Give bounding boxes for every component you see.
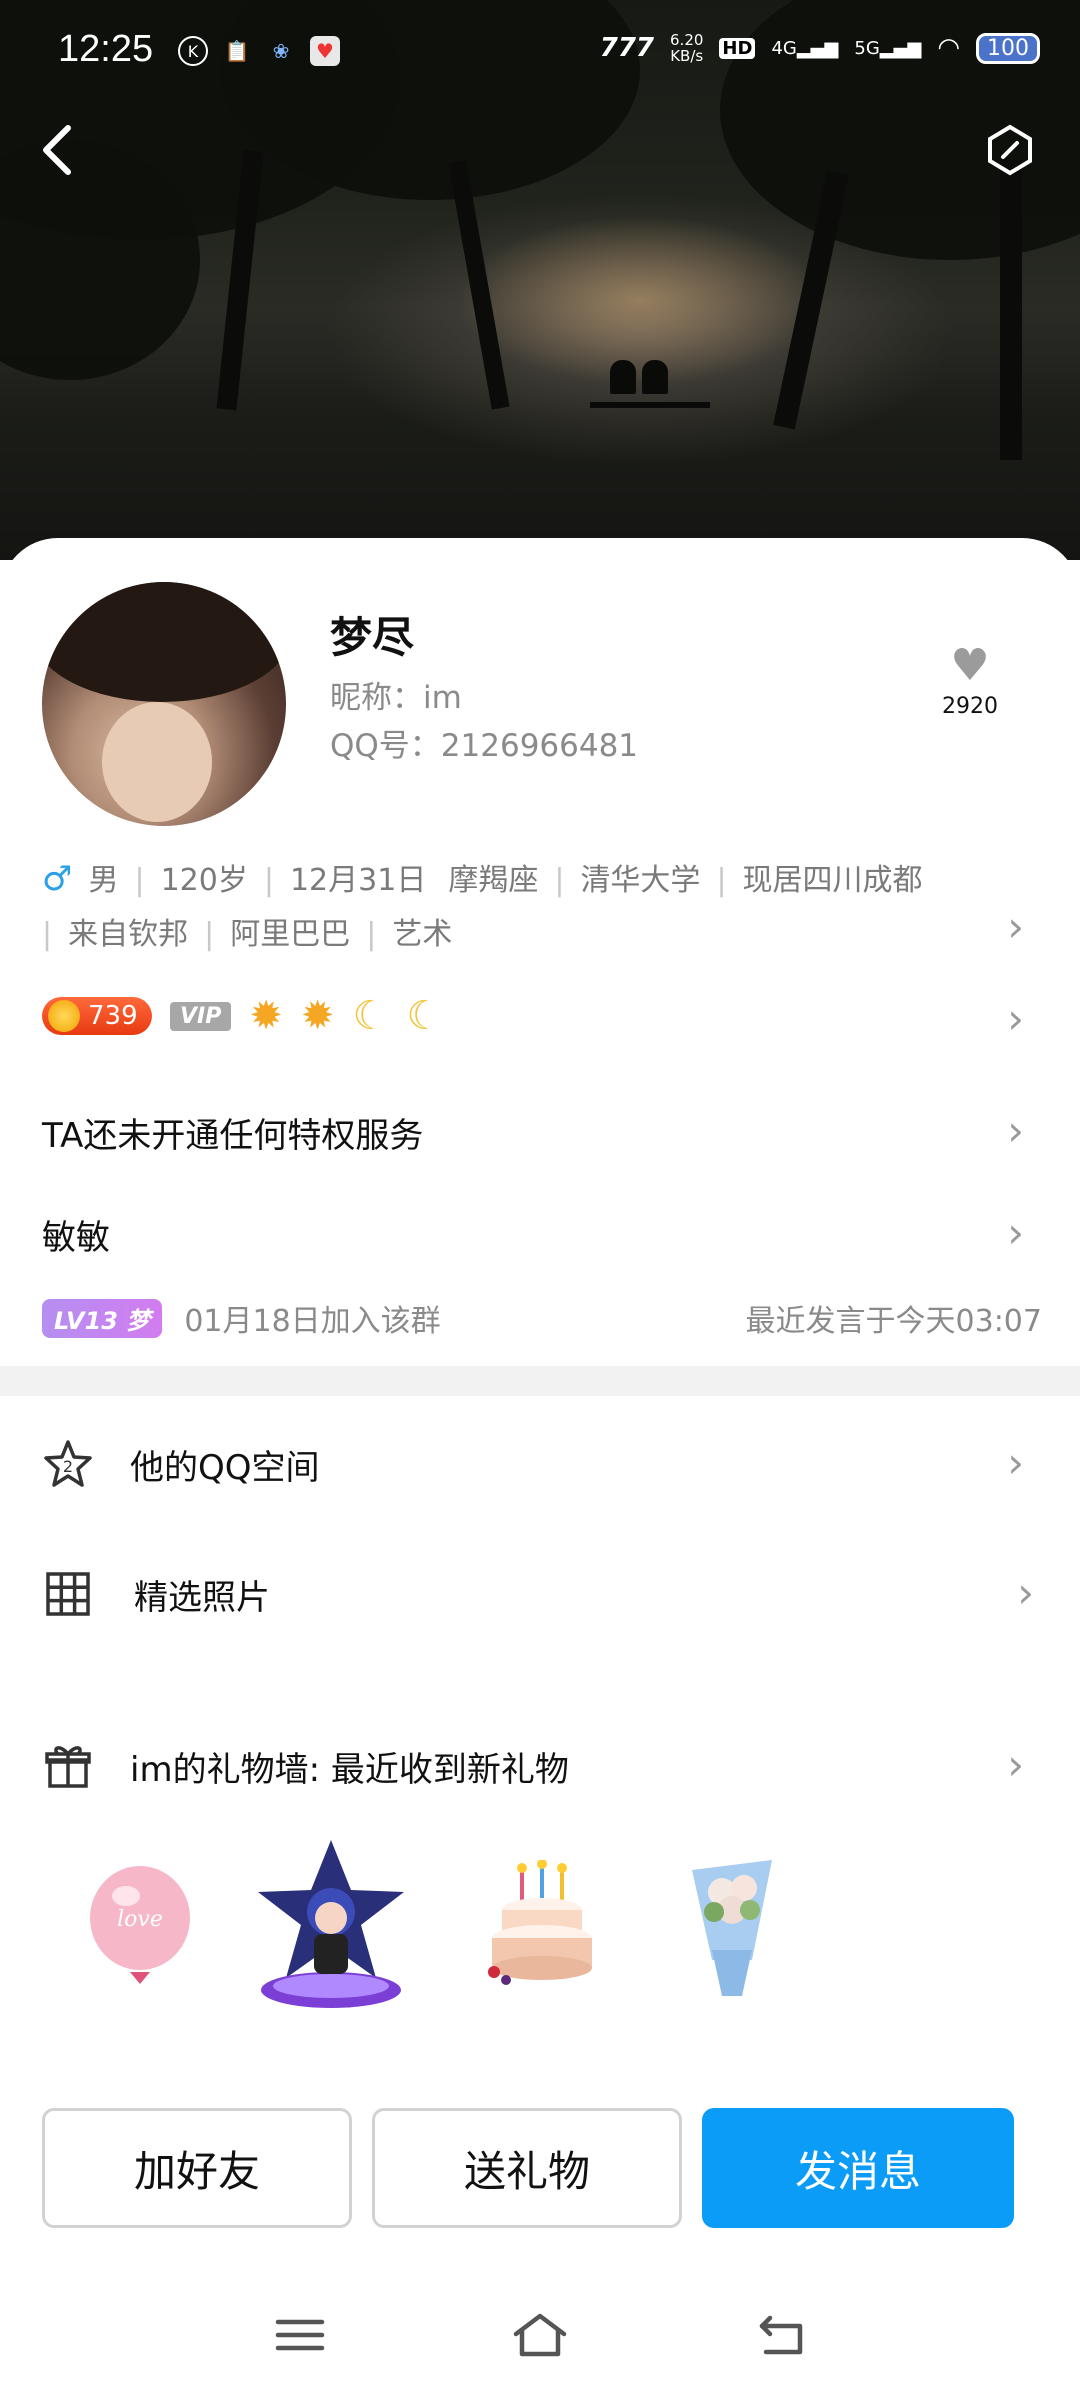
qzone-row[interactable]: 2 他的QQ空间 › — [0, 1424, 1080, 1504]
chevron-right-icon: › — [1007, 1438, 1024, 1487]
vip-badge: VIP — [170, 1001, 232, 1031]
tag-occupation: 艺术 — [392, 917, 453, 952]
gift-list: love — [70, 1840, 810, 2010]
qzone-label: 他的QQ空间 — [130, 1447, 320, 1488]
tag-gender: 男 — [88, 863, 119, 898]
flower-bouquet-gift[interactable] — [672, 1850, 792, 1996]
like-count: 2920 — [942, 694, 998, 719]
back-nav-icon[interactable] — [752, 2310, 812, 2360]
send-message-button[interactable]: 发消息 — [702, 2108, 1014, 2228]
profile-qq-number[interactable]: QQ号：2126966481 — [330, 720, 638, 765]
tag-age: 120岁 — [160, 863, 248, 898]
signal-5g-icon: 5G▂▄▆ — [854, 37, 922, 59]
male-icon: ♂ — [42, 859, 73, 899]
coin-icon — [48, 1000, 80, 1032]
tag-company: 阿里巴巴 — [230, 917, 351, 952]
avatar[interactable] — [42, 582, 286, 826]
chevron-right-icon[interactable]: › — [1007, 998, 1024, 1040]
moon-icon: ☾ — [406, 993, 443, 1039]
sun-icon: ✹ — [249, 993, 283, 1039]
like-button[interactable]: ♥ 2920 — [930, 640, 1010, 720]
add-friend-button[interactable]: 加好友 — [42, 2108, 352, 2228]
star-icon: 2 — [44, 1440, 92, 1487]
edit-profile-button[interactable] — [984, 124, 1036, 176]
k-app-icon: K — [178, 36, 208, 66]
balloon-text: love — [117, 1907, 163, 1932]
group-member-info: LV13 梦 01月18日加入该群 最近发言于今天03:07 — [42, 1298, 1042, 1339]
privilege-status[interactable]: TA还未开通任何特权服务 — [42, 1108, 423, 1157]
status-time: 12:25 — [58, 28, 154, 70]
group-name[interactable]: 敏敏 — [42, 1210, 110, 1259]
chevron-right-icon[interactable]: › — [1007, 1110, 1024, 1152]
birthday-cake-gift[interactable] — [482, 1859, 602, 2000]
net-speed: 6.20 KB/s — [670, 31, 704, 65]
chevron-right-icon: › — [1017, 1568, 1034, 1617]
chevron-right-icon[interactable]: › — [1007, 1212, 1024, 1254]
back-button[interactable] — [38, 122, 88, 182]
wifi-icon: ◠ — [937, 33, 960, 63]
moon-icon: ☾ — [352, 993, 389, 1039]
tag-hometown: 来自钦邦 — [68, 917, 189, 952]
rings-icon: ❀ — [272, 39, 290, 63]
tag-birthday: 12月31日 — [289, 863, 427, 898]
hd-icon: HD — [719, 37, 756, 59]
menu-icon[interactable] — [270, 2310, 330, 2360]
speed-logo-icon: 777 — [599, 33, 655, 63]
svg-text:2: 2 — [63, 1457, 73, 1476]
battery-icon: 100 — [976, 32, 1040, 64]
home-icon[interactable] — [510, 2310, 570, 2360]
chevron-right-icon: › — [1007, 1740, 1024, 1789]
status-bar: 12:25 K 📋 ❀ ♥ 777 6.20 KB/s HD 4G▂▄▆ 5G▂… — [0, 0, 1080, 110]
app-notification-icon: ♥ — [310, 36, 340, 66]
sun-level-badge: 739 — [42, 997, 152, 1035]
signal-4g-icon: 4G▂▄▆ — [771, 37, 839, 59]
hexagon-edit-icon — [988, 124, 1032, 176]
tag-school: 清华大学 — [580, 863, 701, 898]
profile-tags[interactable]: ♂ 男 | 120岁 | 12月31日 摩羯座 | 清华大学 | 现居四川成都 | 来自钦邦 | 阿里巴巴… — [42, 852, 1002, 962]
love-balloon-gift[interactable]: love — [80, 1860, 200, 2000]
clipboard-icon: 📋 — [224, 39, 250, 63]
chevron-right-icon[interactable]: › — [1007, 906, 1024, 948]
sun-icon: ✹ — [300, 993, 335, 1039]
photos-label: 精选照片 — [134, 1577, 270, 1618]
gift-icon — [45, 1746, 91, 1788]
group-last-spoke: 最近发言于今天03:07 — [745, 1304, 1042, 1339]
chevron-left-icon — [43, 125, 71, 175]
photos-row[interactable]: 精选照片 › — [0, 1554, 1080, 1634]
system-nav-bar — [0, 2280, 1080, 2400]
heart-icon: ♥ — [950, 640, 990, 691]
group-level-badge: LV13 梦 — [42, 1298, 163, 1338]
profile-name: 梦尽 — [330, 613, 415, 662]
grid-icon — [46, 1572, 90, 1616]
anime-figure-gift[interactable] — [256, 1840, 406, 2010]
gift-wall-row[interactable]: im的礼物墙: 最近收到新礼物 › — [0, 1726, 1080, 1806]
group-joined-date: 01月18日加入该群 — [184, 1304, 441, 1339]
tag-location: 现居四川成都 — [742, 863, 923, 898]
gift-wall-label: im的礼物墙: 最近收到新礼物 — [130, 1749, 569, 1790]
send-gift-button[interactable]: 送礼物 — [372, 2108, 682, 2228]
level-badges[interactable]: 739 VIP ✹ ✹ ☾ ☾ — [42, 996, 442, 1036]
section-divider — [0, 1366, 1080, 1396]
tag-zodiac: 摩羯座 — [448, 863, 539, 898]
profile-nickname: 昵称：im — [330, 680, 462, 716]
bench-silhouette — [590, 360, 710, 408]
